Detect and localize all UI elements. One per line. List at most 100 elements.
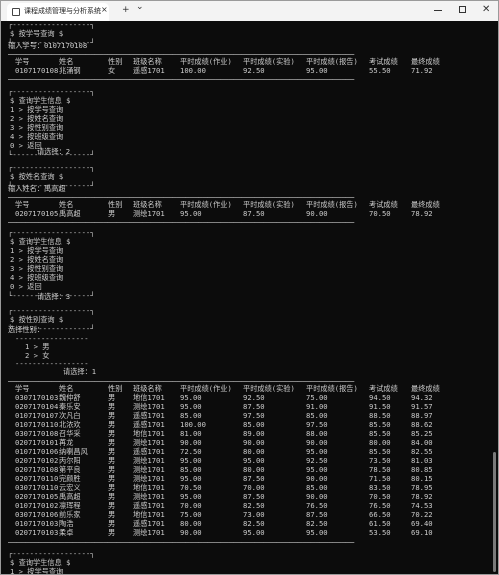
table-cell: 78.92 [411, 492, 433, 501]
table-cell: 平时成绩(实验) [243, 384, 295, 393]
table-cell: 85.00 [243, 420, 265, 429]
table-cell: 测绘1701 [133, 402, 165, 411]
terminal-tab[interactable]: 课程成绩管理与分析系统 × [7, 3, 109, 21]
table-cell: 测绘1701 [133, 465, 165, 474]
menu-title: $ 查询学生信息 $ [10, 96, 71, 105]
table-cell: 男 [108, 438, 116, 447]
menu-option: 1 > 按学号查询 [10, 105, 64, 114]
table-cell: 测绘1701 [133, 474, 165, 483]
table-cell: 0207170104 [15, 402, 59, 411]
table-cell: 男 [108, 465, 116, 474]
table-cell: 第平良 [59, 465, 81, 474]
table-cell: 学号 [15, 384, 30, 393]
table-cell: 92.50 [243, 393, 265, 402]
table-cell: 61.50 [369, 519, 391, 528]
table-cell: 85.50 [369, 429, 391, 438]
menu-option: 1 > 按学号查询 [10, 567, 64, 575]
table-cell: 学号 [15, 57, 30, 66]
box-border: ┌------------------┐ [8, 163, 95, 172]
maximize-button[interactable] [459, 6, 466, 13]
scrollbar[interactable] [492, 22, 498, 574]
table-cell: 78.50 [369, 465, 391, 474]
menu-option: 1 > 按学号查询 [10, 246, 64, 255]
menu-title: $ 查询学生信息 $ [10, 558, 71, 567]
table-cell: 0107170108 [15, 66, 59, 75]
table-cell: 考试成绩 [369, 57, 398, 66]
table-cell: 95.00 [243, 456, 265, 465]
table-cell: 69.10 [411, 528, 433, 537]
table-cell: 召华采 [59, 429, 81, 438]
title-bar: 课程成绩管理与分析系统 × + ⌄ ✕ [1, 1, 498, 21]
table-cell: 70.22 [411, 510, 433, 519]
table-cell: 0207170108 [15, 465, 59, 474]
table-cell: 80.15 [411, 474, 433, 483]
table-cell: 76.50 [369, 501, 391, 510]
table-cell: 丙尔阳 [59, 456, 81, 465]
tab-dropdown-button[interactable]: ⌄ [136, 2, 144, 12]
query-banner: $ 按学号查询 $ [10, 29, 64, 38]
table-cell: 姓名 [59, 384, 74, 393]
table-cell: 85.00 [306, 483, 328, 492]
table-cell: 平时成绩(作业) [180, 57, 232, 66]
table-cell: 男 [108, 393, 116, 402]
table-cell: 凛珲程 [59, 501, 81, 510]
table-cell: 禹高超 [59, 209, 81, 218]
table-cell: 男 [108, 492, 116, 501]
table-cell: 遥感1701 [133, 66, 165, 75]
table-cell: 地信1701 [133, 429, 165, 438]
table-cell: 遥感1701 [133, 411, 165, 420]
tab-close-icon[interactable]: × [101, 5, 108, 14]
table-cell: 0107170107 [15, 411, 59, 420]
table-cell: 0307170106 [15, 510, 59, 519]
table-cell: 测绘1701 [133, 492, 165, 501]
scrollbar-thumb[interactable] [493, 452, 496, 572]
query-banner: $ 按性别查询 $ [10, 315, 64, 324]
table-cell: 平时成绩(报告) [306, 57, 358, 66]
table-cell: 70.00 [243, 483, 265, 492]
console-output[interactable]: ┌------------------┐ $ 按学号查询 $ └----------… [8, 22, 488, 575]
menu-option: 3 > 按性别查询 [10, 264, 64, 273]
table-cell: 姓名 [59, 200, 74, 209]
table-cell: 85.00 [180, 465, 202, 474]
box-border: ┌------------------┐ [8, 306, 95, 315]
gender-option: 1 > 男 [25, 342, 50, 351]
choice-prompt: 请选择：1 [63, 367, 97, 376]
table-cell: 最终成绩 [411, 384, 440, 393]
table-cell: 完颜胜 [59, 474, 81, 483]
table-cell: 80.00 [180, 519, 202, 528]
minimize-button[interactable] [434, 10, 442, 11]
table-cell: 0207170102 [15, 456, 59, 465]
table-rule: ────────────────────────────────────────… [8, 218, 355, 227]
table-cell: 班级名称 [133, 200, 162, 209]
table-cell: 魏仲舒 [59, 393, 81, 402]
new-tab-button[interactable]: + [122, 5, 130, 15]
table-cell: 82.50 [243, 501, 265, 510]
table-cell: 柔卓 [59, 528, 74, 537]
table-cell: 70.00 [180, 501, 202, 510]
choice-prompt: 请选择：2 [37, 147, 71, 156]
table-cell: 平时成绩(作业) [180, 200, 232, 209]
menu-option: 2 > 按姓名查询 [10, 114, 64, 123]
table-cell: 0307170108 [15, 429, 59, 438]
table-cell: 85.00 [180, 411, 202, 420]
table-cell: 男 [108, 209, 116, 218]
table-cell: 男 [108, 411, 116, 420]
table-cell: 苒龙 [59, 438, 74, 447]
close-window-button[interactable]: ✕ [482, 4, 490, 15]
table-rule: ────────────────────────────────────────… [8, 75, 355, 84]
table-cell: 遥感1701 [133, 519, 165, 528]
table-cell: 地信1701 [133, 510, 165, 519]
table-rule: ────────────────────────────────────────… [8, 538, 355, 547]
table-cell: 前乐家 [59, 510, 81, 519]
table-cell: 100.00 [180, 66, 206, 75]
table-cell: 90.00 [180, 438, 202, 447]
table-cell: 100.00 [180, 420, 206, 429]
table-cell: 53.50 [369, 528, 391, 537]
table-cell: 男 [108, 456, 116, 465]
table-cell: 男 [108, 510, 116, 519]
table-cell: 97.50 [243, 411, 265, 420]
table-cell: 88.00 [306, 429, 328, 438]
table-cell: 78.95 [411, 483, 433, 492]
table-cell: 遥感1701 [133, 501, 165, 510]
menu-option: 0 > 返回 [10, 282, 42, 291]
